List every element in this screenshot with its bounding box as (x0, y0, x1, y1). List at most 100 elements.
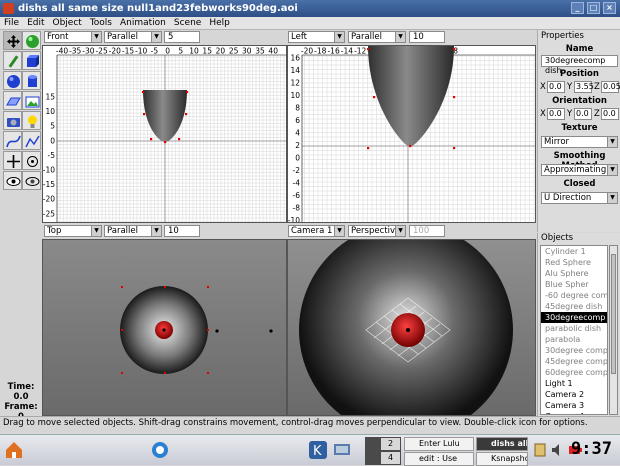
object-list-item[interactable]: Camera 2 (541, 389, 607, 400)
camera-view-value: Camera 1 (291, 226, 333, 236)
object-list-item[interactable]: 45degree dish (541, 301, 607, 312)
light-tool[interactable] (22, 111, 41, 130)
left-scale-field[interactable]: 10 (409, 31, 445, 43)
y-tick-label: 5 (50, 122, 55, 131)
image-tool[interactable] (22, 91, 41, 110)
object-list-item[interactable]: Cylinder 1 (541, 246, 607, 257)
bird-icon[interactable] (150, 440, 170, 460)
top-projection-select[interactable]: Parallel ▼ (104, 225, 162, 237)
desktop-2[interactable]: 2 (381, 438, 400, 450)
eye-icon (6, 177, 21, 186)
desktop-4[interactable]: 4 (381, 452, 400, 464)
texture-select[interactable]: Mirror ▼ (541, 136, 618, 148)
camera-view-select[interactable]: Camera 1 ▼ (288, 225, 345, 237)
view-rotate-tool[interactable] (3, 171, 22, 190)
front-viewport[interactable]: -40 -35 -30 -25 -20 -15 -10 -5 0 5 10 15 20 25 30 35 40 1… (42, 45, 287, 223)
menu-object[interactable]: Object (49, 17, 86, 29)
task-enter-lulu[interactable]: Enter Lulu (404, 437, 474, 451)
skeleton-tool[interactable] (22, 151, 41, 170)
object-list-item[interactable]: -60 degree comp (541, 290, 607, 301)
camera-viewport[interactable] (287, 239, 536, 416)
objects-list[interactable]: Cylinder 1 Red Sphere Alu Sphere Blue Spher… (540, 245, 608, 415)
blue-sphere-icon (7, 75, 20, 88)
cylinder-tool[interactable] (22, 71, 41, 90)
x-tick-label: -16 (327, 47, 339, 56)
scrollbar-thumb[interactable] (611, 254, 616, 374)
pan-tool[interactable] (3, 151, 22, 170)
pos-x-field[interactable]: 0.0 (547, 81, 565, 93)
object-list-item[interactable]: Camera 4 (541, 411, 607, 414)
front-scale-field[interactable]: 5 (164, 31, 200, 43)
camera-scale-field[interactable]: 100 (409, 225, 445, 237)
object-list-item[interactable]: 60degree compo (541, 367, 607, 378)
task-ksnapshot[interactable]: Ksnapsho (476, 452, 528, 466)
menu-tools[interactable]: Tools (86, 17, 116, 29)
object-list-item[interactable]: parabola (541, 334, 607, 345)
left-view-select[interactable]: Left ▼ (288, 31, 345, 43)
sphere-tool[interactable] (3, 71, 22, 90)
closed-select[interactable]: U Direction ▼ (541, 192, 618, 204)
object-list-item[interactable]: Blue Spher (541, 279, 607, 290)
maximize-button[interactable]: □ (587, 2, 600, 14)
time-value: 0.0 (13, 392, 29, 402)
pos-y-field[interactable]: 3.55 (574, 81, 594, 93)
name-field[interactable]: 30degreecomp dish (541, 55, 618, 75)
menu-help[interactable]: Help (205, 17, 234, 29)
y-tick-label: 0 (50, 136, 55, 145)
view-zoom-tool[interactable] (22, 171, 41, 190)
rot-z-field[interactable]: 0.0 (601, 108, 619, 120)
object-list-item[interactable]: Alu Sphere (541, 268, 607, 279)
menu-animation[interactable]: Animation (116, 17, 170, 29)
close-button[interactable]: × (603, 2, 616, 14)
clipboard-icon[interactable] (533, 443, 547, 457)
minimize-button[interactable]: _ (571, 2, 584, 14)
object-list-item[interactable]: Red Sphere (541, 257, 607, 268)
object-list-item[interactable]: parabolic dish (541, 323, 607, 334)
home-icon[interactable] (4, 440, 24, 460)
camera-tool[interactable] (3, 111, 22, 130)
cube-tool[interactable] (22, 51, 41, 70)
object-list-item[interactable]: 30degreecomp d (541, 312, 607, 323)
move-tool[interactable] (3, 31, 22, 50)
left-projection-select[interactable]: Parallel ▼ (348, 31, 406, 43)
object-list-item[interactable]: Camera 3 (541, 400, 607, 411)
object-list-item[interactable]: 45degree compo (541, 356, 607, 367)
rot-x-field[interactable]: 0.0 (547, 108, 565, 120)
camera-projection-select[interactable]: Perspective ▼ (348, 225, 406, 237)
x-tick-label: 15 (202, 47, 212, 56)
front-view-select[interactable]: Front ▼ (44, 31, 102, 43)
top-view-select[interactable]: Top ▼ (44, 225, 102, 237)
x-tick-label: 35 (255, 47, 265, 56)
menu-edit[interactable]: Edit (23, 17, 48, 29)
camera-icon (7, 118, 20, 127)
y-tick-label: -10 (43, 166, 55, 175)
kde-k-icon[interactable]: K (308, 440, 328, 460)
object-list-item[interactable]: Light 1 (541, 378, 607, 389)
curve-tool[interactable] (3, 131, 22, 150)
scale-tool[interactable] (3, 51, 22, 70)
objects-scrollbar[interactable] (609, 245, 618, 415)
plane-tool[interactable] (3, 91, 22, 110)
x-tick-label: -10 (135, 47, 147, 56)
object-list-item[interactable]: 30degree compo (541, 345, 607, 356)
top-viewport[interactable] (42, 239, 287, 416)
rotate-tool[interactable] (22, 31, 41, 50)
x-tick-label: 20 (216, 47, 226, 56)
front-projection-select[interactable]: Parallel ▼ (104, 31, 162, 43)
left-viewport[interactable]: -20-18-16-14-12-108101214161816141210864… (287, 45, 536, 223)
y-tick-label: 4 (295, 129, 300, 138)
menu-scene[interactable]: Scene (170, 17, 205, 29)
task-edit-use[interactable]: edit : Use (404, 452, 474, 466)
chevron-down-icon: ▼ (607, 165, 617, 175)
task-dishs-all[interactable]: dishs all (476, 437, 528, 451)
rot-y-field[interactable]: 0.0 (574, 108, 592, 120)
top-projection-value: Parallel (107, 226, 138, 236)
top-scale-field[interactable]: 10 (164, 225, 200, 237)
polyline-tool[interactable] (22, 131, 41, 150)
network-icon[interactable] (332, 440, 352, 460)
volume-icon[interactable] (551, 443, 565, 457)
menu-file[interactable]: File (0, 17, 23, 29)
pos-y-label: Y (567, 82, 573, 92)
smoothing-select[interactable]: Approximating ▼ (541, 164, 618, 176)
pos-z-field[interactable]: 0.05 (601, 81, 620, 93)
